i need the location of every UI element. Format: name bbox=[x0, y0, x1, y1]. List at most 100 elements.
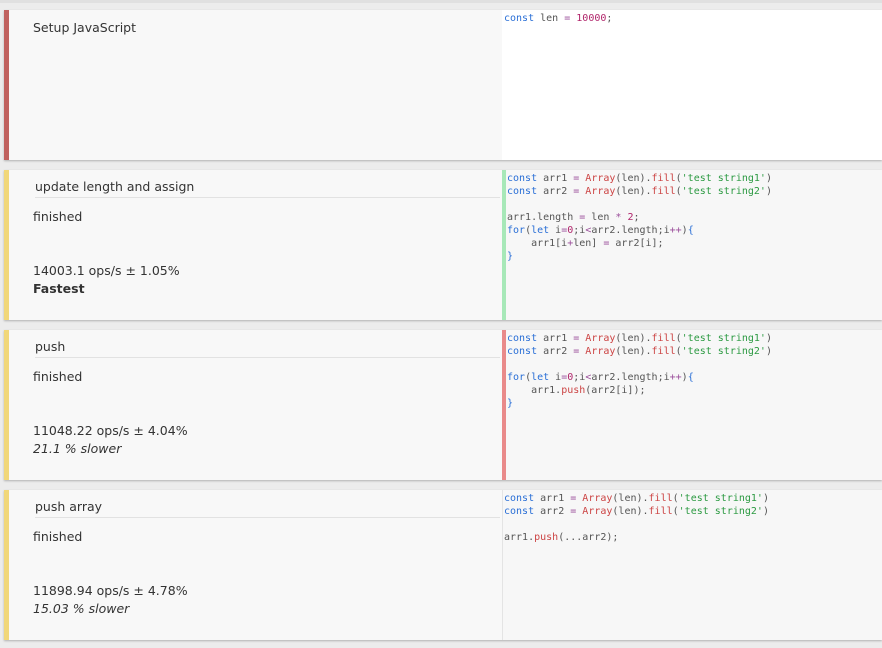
code-token: (len). bbox=[615, 186, 652, 197]
code-token: let bbox=[531, 372, 550, 383]
test-rank: 15.03 % slower bbox=[33, 601, 130, 616]
code-token: ) bbox=[762, 493, 769, 504]
setup-section: Setup JavaScript const len = 10000; bbox=[4, 10, 882, 160]
code-token: const bbox=[507, 173, 538, 184]
code-token: } bbox=[507, 398, 514, 409]
code-token: 'test string2' bbox=[681, 346, 766, 357]
code-token: Array bbox=[582, 506, 613, 517]
code-token: 'test string2' bbox=[678, 506, 763, 517]
code-token: arr2.length;i bbox=[591, 225, 670, 236]
code-line: arr1.push(...arr2); bbox=[504, 531, 882, 544]
test-title: push array bbox=[35, 499, 500, 518]
code-token: 'test string1' bbox=[681, 333, 766, 344]
code-token: for bbox=[507, 225, 526, 236]
setup-code-editor[interactable]: const len = 10000; bbox=[502, 10, 882, 160]
code-line: arr1.length = len * 2; bbox=[507, 211, 882, 224]
test-rank: Fastest bbox=[33, 281, 85, 296]
code-token: ) bbox=[765, 173, 772, 184]
code-token: { bbox=[687, 225, 694, 236]
test-code-editor[interactable]: const arr1 = Array(len).fill('test strin… bbox=[502, 330, 882, 480]
code-token: 'test string1' bbox=[681, 173, 766, 184]
code-token: fill bbox=[651, 173, 676, 184]
code-token: 'test string2' bbox=[681, 186, 766, 197]
code-token: (len). bbox=[615, 333, 652, 344]
code-token: arr2.length;i bbox=[591, 372, 670, 383]
code-token: { bbox=[687, 372, 694, 383]
code-token: (len). bbox=[615, 173, 652, 184]
code-token: (len). bbox=[612, 506, 649, 517]
code-token: arr2[i]; bbox=[609, 238, 664, 249]
code-token: Array bbox=[585, 173, 616, 184]
test-title: update length and assign bbox=[35, 179, 500, 198]
code-token: i bbox=[549, 225, 562, 236]
code-token: } bbox=[507, 251, 514, 262]
panel-divider bbox=[502, 490, 503, 640]
test-info-panel: update length and assign finished 14003.… bbox=[9, 170, 502, 320]
code-token: arr1 bbox=[534, 493, 571, 504]
code-token: ; bbox=[606, 13, 613, 24]
code-token: Array bbox=[585, 333, 616, 344]
setup-label-panel: Setup JavaScript bbox=[9, 10, 502, 160]
test-rank: 21.1 % slower bbox=[33, 441, 122, 456]
code-token: 'test string1' bbox=[678, 493, 763, 504]
code-token: (len). bbox=[615, 346, 652, 357]
code-token: Array bbox=[585, 186, 616, 197]
test-ops: 11898.94 ops/s ± 4.78% bbox=[33, 583, 188, 598]
code-line: const arr1 = Array(len).fill('test strin… bbox=[507, 172, 882, 185]
code-token: const bbox=[504, 493, 535, 504]
code-line: } bbox=[507, 250, 882, 263]
test-info-panel: push finished 11048.22 ops/s ± 4.04% 21.… bbox=[9, 330, 502, 480]
code-token: arr1 bbox=[537, 173, 574, 184]
code-token: Array bbox=[585, 346, 616, 357]
code-token: (...arr2); bbox=[558, 532, 619, 543]
code-token: ;i bbox=[573, 225, 586, 236]
code-token: ) bbox=[762, 506, 769, 517]
setup-label: Setup JavaScript bbox=[33, 20, 137, 35]
code-token: const bbox=[504, 13, 535, 24]
code-token: const bbox=[507, 333, 538, 344]
code-token: fill bbox=[648, 506, 673, 517]
code-token: arr2 bbox=[534, 506, 571, 517]
test-code-editor[interactable]: const arr1 = Array(len).fill('test strin… bbox=[502, 170, 882, 320]
code-token: const bbox=[507, 346, 538, 357]
code-token: arr1[i bbox=[507, 238, 568, 249]
code-token: fill bbox=[651, 186, 676, 197]
code-line: for(let i=0;i<arr2.length;i++){ bbox=[507, 224, 882, 237]
code-line: const arr2 = Array(len).fill('test strin… bbox=[507, 185, 882, 198]
code-line: const arr2 = Array(len).fill('test strin… bbox=[504, 505, 882, 518]
code-token: arr1.length bbox=[507, 212, 580, 223]
code-token: ) bbox=[765, 346, 772, 357]
test-code-editor[interactable]: const arr1 = Array(len).fill('test strin… bbox=[502, 490, 882, 640]
code-token: arr1. bbox=[504, 532, 535, 543]
code-token: const bbox=[504, 506, 535, 517]
code-line: const arr1 = Array(len).fill('test strin… bbox=[504, 492, 882, 505]
code-token: 10000 bbox=[576, 13, 607, 24]
code-token: arr2 bbox=[537, 186, 574, 197]
test-ops: 11048.22 ops/s ± 4.04% bbox=[33, 423, 188, 438]
code-token: Array bbox=[582, 493, 613, 504]
code-token: (arr2[i]); bbox=[585, 385, 646, 396]
code-token: arr1. bbox=[507, 385, 562, 396]
code-token: fill bbox=[648, 493, 673, 504]
code-token: const bbox=[507, 186, 538, 197]
code-line: } bbox=[507, 397, 882, 410]
code-line: for(let i=0;i<arr2.length;i++){ bbox=[507, 371, 882, 384]
test-case: push finished 11048.22 ops/s ± 4.04% 21.… bbox=[4, 330, 882, 480]
top-divider bbox=[0, 0, 882, 3]
code-token: ++ bbox=[669, 372, 682, 383]
code-token: fill bbox=[651, 346, 676, 357]
code-line: const arr2 = Array(len).fill('test strin… bbox=[507, 345, 882, 358]
test-title: push bbox=[35, 339, 500, 358]
test-status: finished bbox=[33, 369, 83, 384]
test-ops: 14003.1 ops/s ± 1.05% bbox=[33, 263, 180, 278]
code-token: arr1 bbox=[537, 333, 574, 344]
code-token: let bbox=[531, 225, 550, 236]
code-token: fill bbox=[651, 333, 676, 344]
code-token: ;i bbox=[573, 372, 586, 383]
test-info-panel: push array finished 11898.94 ops/s ± 4.7… bbox=[9, 490, 502, 640]
code-token: push bbox=[561, 385, 586, 396]
code-token: len bbox=[534, 13, 565, 24]
code-token: arr2 bbox=[537, 346, 574, 357]
